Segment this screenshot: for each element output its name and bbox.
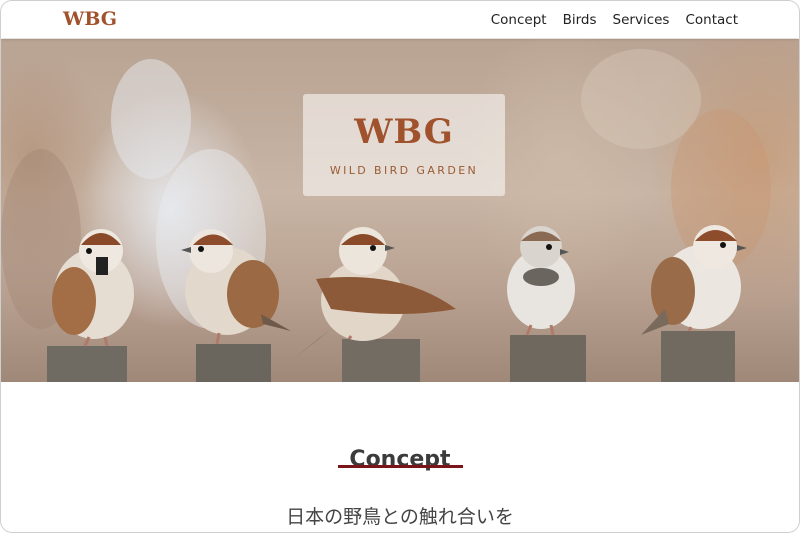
sparrow-4 (507, 226, 575, 336)
hero-brand-name: WILD BIRD GARDEN (329, 164, 479, 177)
posts (47, 331, 735, 382)
concept-title-underline (338, 465, 463, 468)
hero-brand-mark: WBG (354, 112, 454, 152)
nav-item-contact[interactable]: Contact (685, 12, 738, 28)
hero-image (1, 49, 771, 382)
nav-item-concept[interactable]: Concept (491, 12, 547, 28)
sparrow-5 (641, 225, 747, 335)
hero-banner: WBG WILD BIRD GARDEN (1, 39, 799, 382)
main-nav: Concept Birds Services Contact (491, 1, 738, 38)
hero-brand-card: WBG WILD BIRD GARDEN (303, 94, 505, 196)
nav-item-birds[interactable]: Birds (563, 12, 597, 28)
concept-title: Concept (349, 447, 451, 473)
sparrow-3 (293, 227, 456, 359)
nav-item-services[interactable]: Services (613, 12, 670, 28)
site-logo[interactable]: WBG (63, 8, 117, 30)
site-header: WBG Concept Birds Services Contact (1, 1, 799, 38)
concept-subtitle: 日本の野鳥との触れ合いを (286, 506, 514, 528)
page-frame: WBG Concept Birds Services Contact WBG W… (0, 0, 800, 533)
